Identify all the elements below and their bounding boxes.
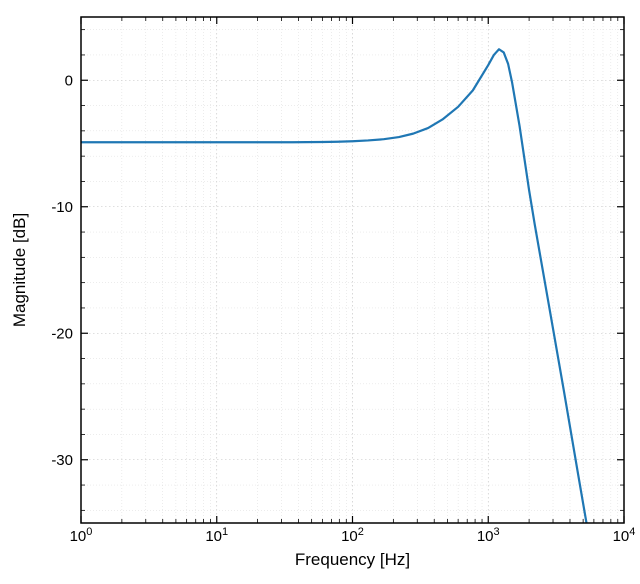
x-tick-label: 103 <box>477 526 500 545</box>
y-tick-label: -30 <box>51 452 73 469</box>
x-tick-label: 104 <box>613 526 636 545</box>
x-axis-label: Frequency [Hz] <box>295 550 410 569</box>
y-axis-label: Magnitude [dB] <box>10 213 29 327</box>
x-tick-label: 100 <box>70 526 93 545</box>
x-tick-label: 101 <box>205 526 228 545</box>
y-tick-label: -20 <box>51 325 73 342</box>
x-tick-label: 102 <box>341 526 364 545</box>
y-tick-label: -10 <box>51 199 73 216</box>
y-tick-label: 0 <box>65 72 73 89</box>
